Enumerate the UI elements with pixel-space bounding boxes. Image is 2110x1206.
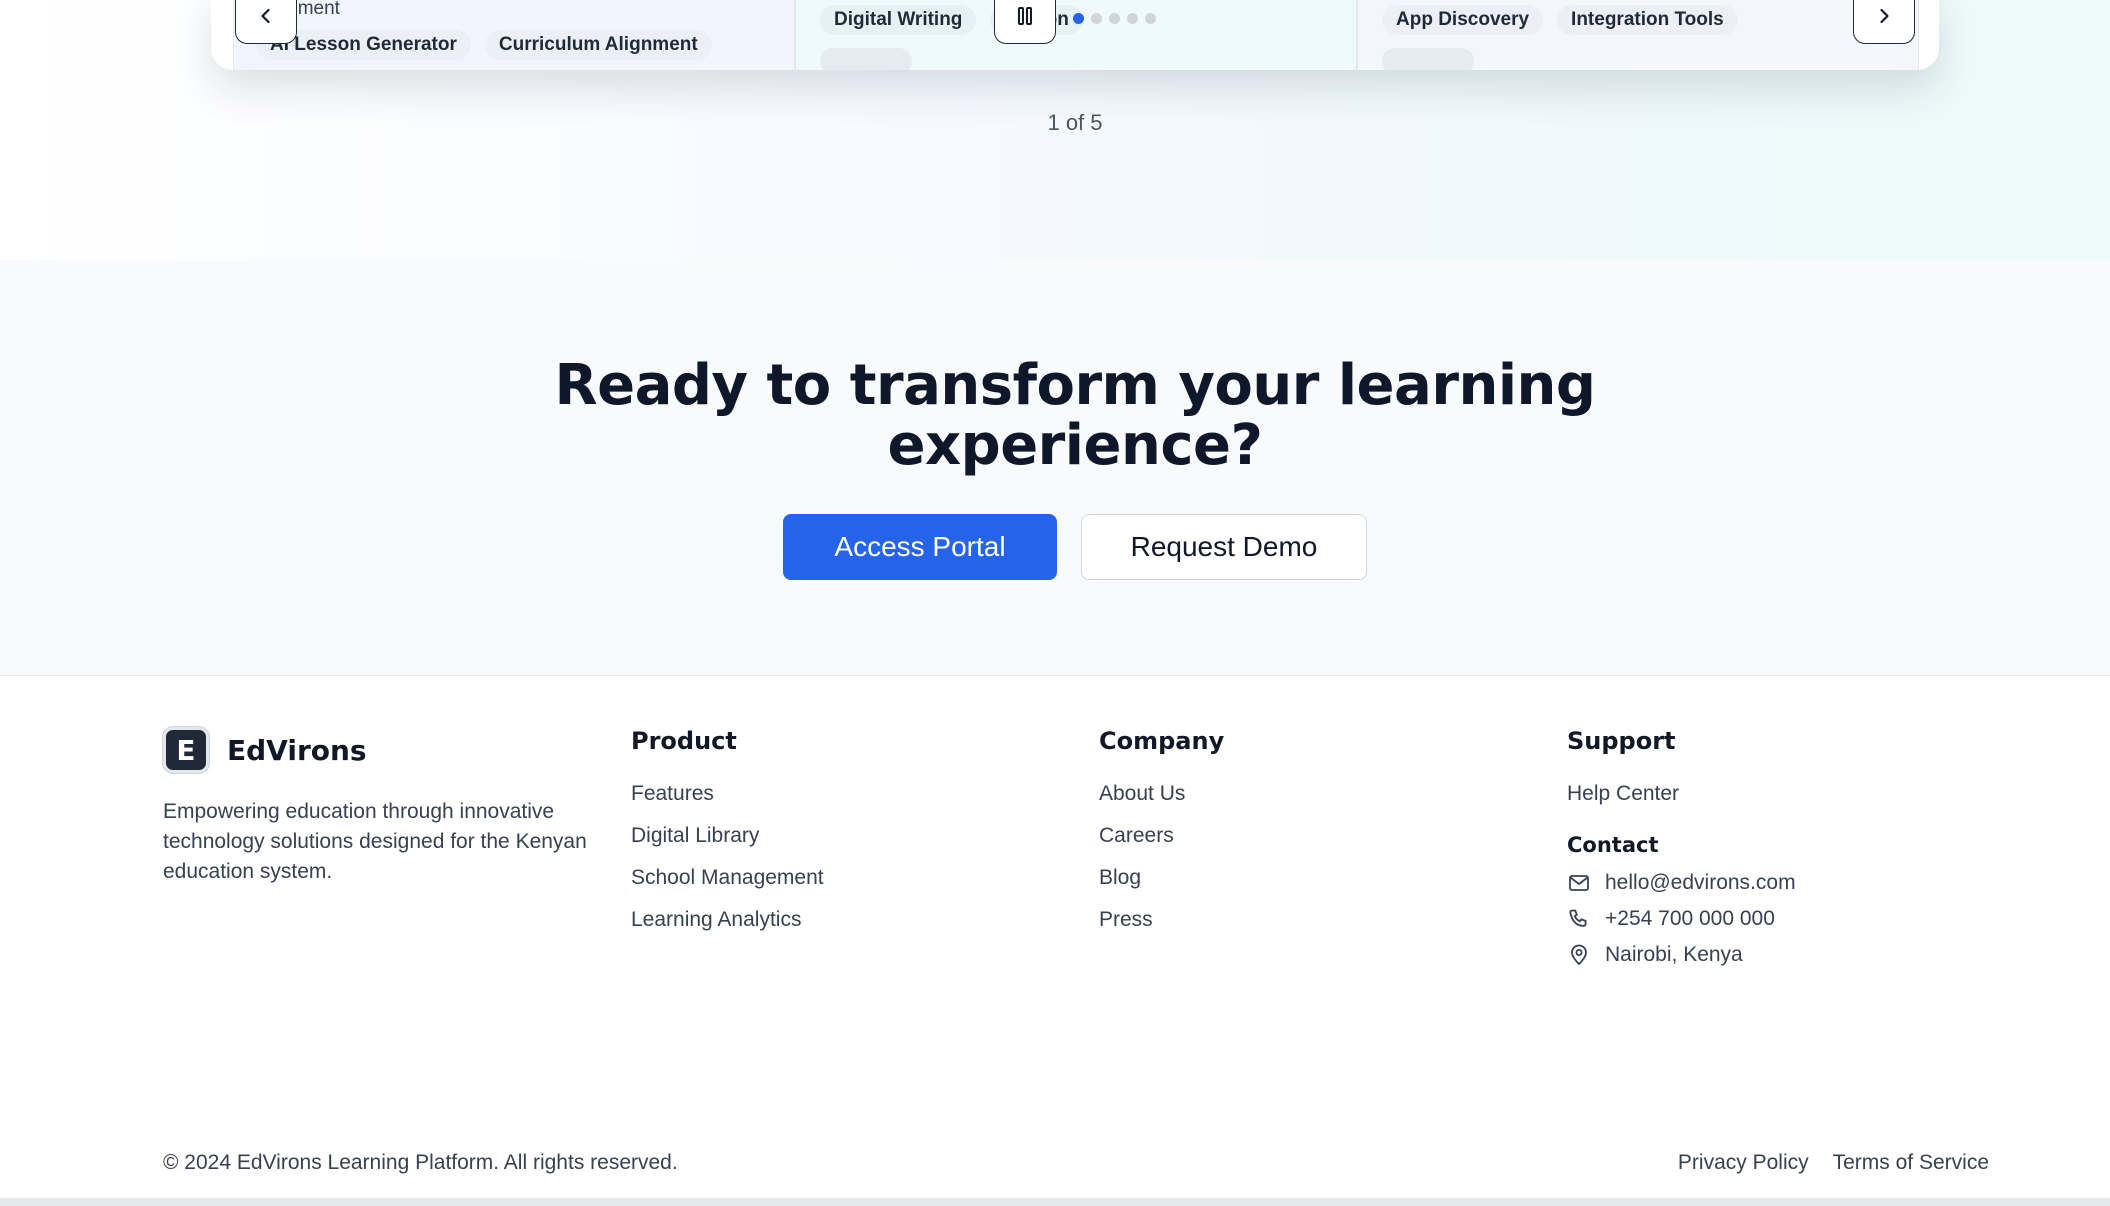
cta-heading-line2: experience? xyxy=(887,413,1264,478)
edvirons-logo: E xyxy=(163,727,209,773)
carousel-slide[interactable]: Digital Writing oration xyxy=(795,0,1357,70)
footer-link-school-management[interactable]: School Management xyxy=(631,857,824,899)
footer-column-product: Product Features Digital Library School … xyxy=(631,727,824,941)
footer-link-about-us[interactable]: About Us xyxy=(1099,773,1224,815)
feature-tag: Curriculum Alignment xyxy=(484,30,712,60)
feature-tag: Integration Tools xyxy=(1557,5,1738,35)
map-pin-icon xyxy=(1571,944,1587,965)
page-bottom-strip xyxy=(0,1198,2110,1206)
column-heading: Support xyxy=(1567,727,1676,755)
request-demo-button[interactable]: Request Demo xyxy=(1081,514,1367,580)
footer-column-company: Company About Us Careers Blog Press xyxy=(1099,727,1224,941)
privacy-policy-link[interactable]: Privacy Policy xyxy=(1678,1151,1809,1175)
contact-phone-text: +254 700 000 000 xyxy=(1605,907,1775,930)
carousel-dot[interactable] xyxy=(1091,13,1102,24)
carousel-track: agement AI Lesson Generator Curriculum A… xyxy=(211,0,1939,70)
brand-description: Empowering education through innovative … xyxy=(163,800,587,883)
carousel-next-button[interactable] xyxy=(1853,0,1915,44)
cta-heading-line1: Ready to transform your learning xyxy=(554,353,1596,418)
carousel-dots xyxy=(1073,13,1156,24)
carousel-dot[interactable] xyxy=(1145,13,1156,24)
carousel-dot[interactable] xyxy=(1073,13,1084,24)
featured-carousel-section: agement AI Lesson Generator Curriculum A… xyxy=(0,0,2110,260)
contact-location: Nairobi, Kenya xyxy=(1567,937,1796,973)
carousel-prev-button[interactable] xyxy=(235,0,297,44)
column-heading: Company xyxy=(1099,727,1225,755)
footer-column-support: Support Help Center Contact hello@edviro… xyxy=(1567,727,1796,973)
cta-heading: Ready to transform your learning experie… xyxy=(0,356,2110,476)
contact-heading: Contact xyxy=(1567,833,1659,857)
carousel-slide[interactable]: agement AI Lesson Generator Curriculum A… xyxy=(233,0,795,70)
legal-links: Privacy Policy Terms of Service xyxy=(1678,1151,1989,1175)
chevron-right-icon xyxy=(1880,8,1889,24)
footer-link-digital-library[interactable]: Digital Library xyxy=(631,815,824,857)
carousel-dot[interactable] xyxy=(1127,13,1138,24)
contact-location-text: Nairobi, Kenya xyxy=(1605,943,1743,966)
mail-icon xyxy=(1569,875,1589,891)
brand-name: EdVirons xyxy=(227,733,367,767)
chevron-left-icon xyxy=(261,8,270,24)
slide-tag-partial xyxy=(1382,48,1474,70)
footer-link-careers[interactable]: Careers xyxy=(1099,815,1224,857)
carousel-slide[interactable]: App Discovery Integration Tools xyxy=(1357,0,1919,70)
pause-icon xyxy=(1018,7,1032,25)
phone-icon xyxy=(1569,909,1587,927)
footer-link-help-center[interactable]: Help Center xyxy=(1567,773,1796,815)
site-footer: E EdVirons Empowering education through … xyxy=(0,677,2110,1206)
cta-section: Ready to transform your learning experie… xyxy=(0,260,2110,676)
carousel-dot[interactable] xyxy=(1109,13,1120,24)
access-portal-button[interactable]: Access Portal xyxy=(783,514,1057,580)
carousel-pause-button[interactable] xyxy=(994,0,1056,44)
feature-tag: Digital Writing xyxy=(820,5,977,35)
footer-link-features[interactable]: Features xyxy=(631,773,824,815)
footer-brand[interactable]: E EdVirons xyxy=(163,727,367,773)
slide-tags: App Discovery Integration Tools xyxy=(1382,5,1738,35)
footer-link-learning-analytics[interactable]: Learning Analytics xyxy=(631,899,824,941)
footer-link-blog[interactable]: Blog xyxy=(1099,857,1224,899)
contact-email[interactable]: hello@edvirons.com xyxy=(1567,865,1796,901)
column-heading: Product xyxy=(631,727,737,755)
slide-tags: AI Lesson Generator Curriculum Alignment xyxy=(256,30,712,60)
terms-of-service-link[interactable]: Terms of Service xyxy=(1833,1151,1989,1175)
footer-bottom-bar: © 2024 EdVirons Learning Platform. All r… xyxy=(163,1151,1989,1175)
footer-link-press[interactable]: Press xyxy=(1099,899,1224,941)
slide-tag-partial xyxy=(820,48,912,70)
copyright-text: © 2024 EdVirons Learning Platform. All r… xyxy=(163,1151,678,1174)
carousel-page-indicator: 1 of 5 xyxy=(1047,110,1103,135)
feature-tag: App Discovery xyxy=(1382,5,1544,35)
contact-email-text: hello@edvirons.com xyxy=(1605,871,1796,894)
contact-phone[interactable]: +254 700 000 000 xyxy=(1567,901,1796,937)
